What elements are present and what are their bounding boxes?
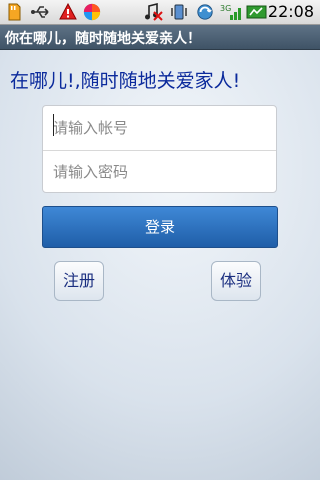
slogan-heading: 在哪儿!,随时随地关爱家人! [10, 70, 241, 92]
register-button[interactable]: 注册 [54, 261, 104, 301]
sync-icon [197, 4, 213, 20]
usb-icon [31, 6, 49, 18]
music-muted-icon [145, 3, 163, 21]
warning-icon [59, 3, 77, 20]
login-button[interactable]: 登录 [42, 206, 278, 248]
trial-button[interactable]: 体验 [211, 261, 261, 301]
password-field-container [43, 150, 276, 192]
app-title: 你在哪儿，随时随地关爱亲人！ [5, 31, 201, 47]
sd-card-icon [8, 3, 21, 21]
clock-time: 22:08 [267, 2, 314, 21]
account-input[interactable] [43, 106, 276, 150]
password-input[interactable] [43, 150, 276, 192]
text-caret [53, 114, 54, 136]
3g-signal-icon: 3G [220, 4, 241, 20]
app-title-bar: 你在哪儿，随时随地关爱亲人！ [0, 25, 320, 50]
vibrate-icon [171, 4, 187, 20]
account-field-container [43, 106, 276, 151]
battery-icon [246, 5, 267, 19]
svg-text:3G: 3G [220, 4, 231, 13]
status-bar: 3G 22:08 [0, 0, 320, 25]
app-colorful-icon [83, 3, 101, 21]
login-form [42, 105, 277, 193]
